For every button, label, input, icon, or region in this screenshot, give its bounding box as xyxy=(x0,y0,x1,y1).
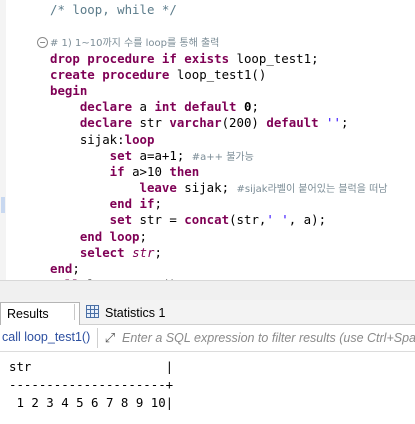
code-token: #sijak라벨이 붙어있는 블럭을 떠남 xyxy=(236,184,388,196)
code-token: ; xyxy=(139,228,147,244)
result-tabs: Results 1✕ Statistics 1 xyxy=(0,300,415,343)
code-token: end xyxy=(50,261,73,276)
code-token: ; xyxy=(251,99,259,115)
code-line: create procedure loop_test1() xyxy=(50,67,388,83)
code-token: str xyxy=(132,244,155,260)
code-token: str = xyxy=(139,212,185,228)
query-text-label: call loop_test1() xyxy=(2,330,91,344)
tab-statistics-1[interactable]: Statistics 1 xyxy=(80,302,171,324)
code-token: loop_test1; xyxy=(236,50,319,66)
filter-separator xyxy=(97,328,98,348)
code-token: /* loop, while */ xyxy=(50,2,177,17)
code-line: if a>10 then xyxy=(50,164,388,180)
code-line: drop procedure if exists loop_test1; xyxy=(50,51,388,67)
code-token: ' ' xyxy=(266,212,289,228)
code-token: ; xyxy=(154,244,162,260)
results-row: 1 2 3 4 5 6 7 8 9 10| xyxy=(9,395,174,410)
code-token: (200) xyxy=(221,115,267,131)
results-header: str | xyxy=(9,359,174,374)
code-token: a xyxy=(139,99,155,115)
code-area[interactable]: /* loop, while */ # 1) 1~10까지 수를 loop를 통해… xyxy=(50,2,388,293)
code-token: loop xyxy=(124,131,155,147)
code-token: if xyxy=(50,163,133,179)
code-token: , a); xyxy=(288,212,327,228)
code-token: then xyxy=(169,163,200,179)
code-line: begin xyxy=(50,83,388,99)
filter-bar: call loop_test1() ⤢ xyxy=(0,325,415,352)
results-separator: ---------------------+ xyxy=(9,377,174,392)
code-token: # 1) 1~10까지 수를 loop를 통해 출력 xyxy=(50,38,220,50)
tab-statistics-label: Statistics 1 xyxy=(105,306,166,320)
code-token: '' xyxy=(326,115,341,131)
code-token: begin xyxy=(50,82,88,98)
sql-editor[interactable]: − /* loop, while */ # 1) 1~10까지 수를 loop를 … xyxy=(0,0,415,292)
code-token: drop procedure if exists xyxy=(50,50,237,66)
code-token: loop_test1() xyxy=(176,66,267,82)
code-token: concat xyxy=(184,212,230,228)
code-line: leave sijak; #sijak라벨이 붙어있는 블럭을 떠남 xyxy=(50,180,388,196)
code-token: end if xyxy=(50,196,155,212)
code-token: str xyxy=(139,115,170,131)
code-line: declare a int default 0; xyxy=(50,99,388,115)
filter-input[interactable] xyxy=(122,329,415,347)
code-token: select xyxy=(50,244,133,260)
code-token: default xyxy=(266,115,327,131)
code-token: ; xyxy=(154,196,162,212)
code-token: create procedure xyxy=(50,66,177,82)
code-line: end; xyxy=(50,261,388,277)
code-token: ; xyxy=(72,261,80,276)
code-token: end loop xyxy=(50,228,140,244)
code-token: (str, xyxy=(229,212,267,228)
code-line: set a=a+1; #a++ 불가능 xyxy=(50,148,388,164)
panel-divider[interactable] xyxy=(0,280,415,301)
tab-results-1[interactable]: Results 1✕ xyxy=(0,302,80,343)
tab-separator xyxy=(74,304,75,320)
code-token: leave xyxy=(50,180,185,196)
code-token: sijak: xyxy=(50,131,125,147)
code-token: sijak; xyxy=(184,180,237,196)
code-token: a=a+1; xyxy=(139,147,192,163)
code-line: select str; xyxy=(50,245,388,261)
code-line: declare str varchar(200) default ''; xyxy=(50,115,388,131)
code-token: declare xyxy=(50,115,140,131)
code-token: set xyxy=(50,147,140,163)
code-line: sijak:loop xyxy=(50,132,388,148)
code-token: varchar xyxy=(169,115,222,131)
code-line: /* loop, while */ xyxy=(50,2,388,18)
fold-toggle-icon[interactable]: − xyxy=(37,37,48,48)
code-line: set str = concat(str,' ', a); xyxy=(50,212,388,228)
current-line-marker xyxy=(1,197,5,213)
code-token: a>10 xyxy=(132,163,170,179)
code-line: # 1) 1~10까지 수를 loop를 통해 출력 xyxy=(50,34,388,50)
table-grid-icon xyxy=(86,305,99,318)
editor-gutter xyxy=(0,0,6,280)
code-token: declare xyxy=(50,99,140,115)
code-token: set xyxy=(50,212,140,228)
code-token: ; xyxy=(340,115,349,131)
results-text-panel: str | ---------------------+ 1 2 3 4 5 6… xyxy=(0,352,415,421)
code-line: end if; xyxy=(50,196,388,212)
code-token: #a++ 불가능 xyxy=(191,151,254,163)
expand-icon[interactable]: ⤢ xyxy=(103,331,117,345)
code-token: int default xyxy=(154,99,244,115)
code-line: end loop; xyxy=(50,229,388,245)
